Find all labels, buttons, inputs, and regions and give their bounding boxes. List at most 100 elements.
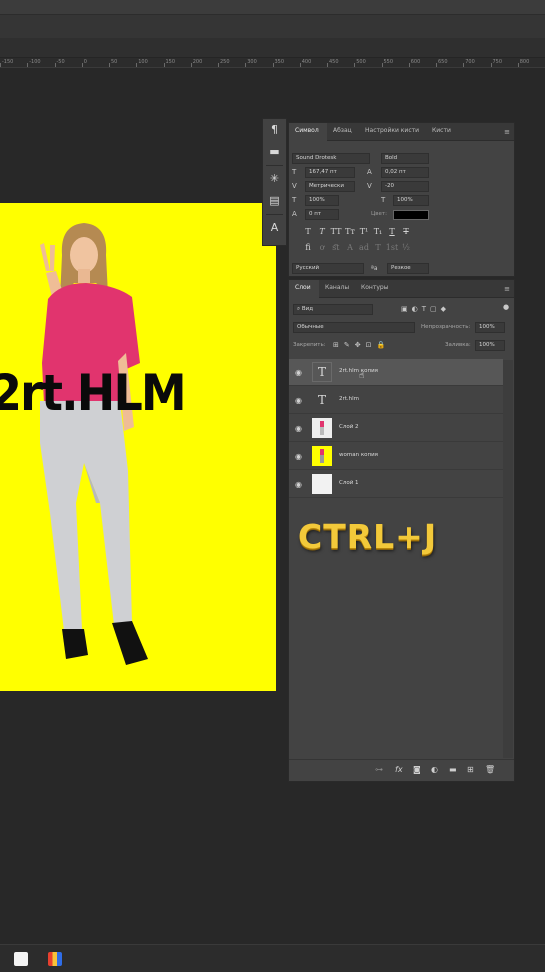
layer-row[interactable]: ◉ Слой 2 <box>289 415 503 442</box>
ruler-tick-label: 300 <box>247 59 257 65</box>
winrar-icon[interactable] <box>48 952 62 966</box>
history-icon[interactable]: ¶ <box>263 119 286 141</box>
link-layers-icon[interactable]: ⊶ <box>375 765 383 774</box>
opentype-button-4[interactable]: A <box>343 243 357 252</box>
opentype-button-7[interactable]: 1st <box>385 243 399 252</box>
font-size-field[interactable]: 167,47 пт <box>305 167 355 178</box>
layer-name: woman копия <box>339 452 378 458</box>
tab-character[interactable]: Символ <box>295 127 319 134</box>
ligatures-button[interactable]: ﬁ <box>301 243 315 252</box>
document-tab-bar <box>0 38 545 58</box>
woman-photo <box>40 223 148 665</box>
all-caps-button[interactable]: TT <box>329 227 343 236</box>
faux-italic-button[interactable]: T <box>315 227 329 236</box>
superscript-button[interactable]: T¹ <box>357 227 371 236</box>
new-group-icon[interactable]: ▬ <box>449 765 457 774</box>
ruler-tick-label: 400 <box>301 59 312 65</box>
ruler-tick-mark <box>517 63 519 67</box>
font-style-select[interactable]: Bold <box>381 153 429 164</box>
ruler-tick-label: 650 <box>438 59 448 65</box>
ruler-tick-mark <box>163 63 165 67</box>
adjustments-icon[interactable]: ✳ <box>263 168 286 190</box>
opentype-button-6[interactable]: T <box>371 243 385 252</box>
character-panel-icon[interactable]: A <box>263 217 286 239</box>
text-color-swatch[interactable] <box>393 210 429 220</box>
capcut-icon[interactable] <box>14 952 28 966</box>
faux-bold-button[interactable]: T <box>301 227 315 236</box>
ruler-tick-label: 0 <box>83 59 87 65</box>
trash-icon[interactable]: 🗑 <box>485 765 495 774</box>
tab-layers[interactable]: Слои <box>295 284 311 291</box>
layers-scrollbar[interactable] <box>503 360 513 758</box>
add-mask-icon[interactable]: ◙ <box>413 765 421 774</box>
baseline-shift-field[interactable]: 0 пт <box>305 209 339 220</box>
layer-row[interactable]: ◉ T 2rt.hlm копия ☝ <box>289 359 503 386</box>
ruler-tick-label: -100 <box>29 59 41 65</box>
font-size-icon: T <box>292 168 297 176</box>
visibility-eye-icon[interactable]: ◉ <box>295 480 302 489</box>
tracking-icon: V <box>367 182 372 190</box>
ruler-tick-label: 750 <box>492 59 503 65</box>
layer-row[interactable]: ◉ T 2rt.hlm <box>289 387 503 414</box>
visibility-eye-icon[interactable]: ◉ <box>295 368 302 377</box>
visibility-eye-icon[interactable]: ◉ <box>295 396 302 405</box>
lock-icons[interactable]: ⊞✎✥⊡🔒 <box>333 340 390 351</box>
underline-button[interactable]: T <box>385 227 399 236</box>
ruler-tick-mark <box>0 63 1 67</box>
ruler-tick-mark <box>27 63 29 67</box>
ruler-tick-label: 450 <box>329 59 339 65</box>
fx-icon[interactable]: fx <box>395 765 403 774</box>
ruler-tick-label: 50 <box>111 59 118 65</box>
opentype-button-2[interactable]: ơ <box>315 243 329 252</box>
baseline-shift-icon: A <box>292 210 297 218</box>
new-layer-icon[interactable]: ⊞ <box>467 765 474 774</box>
adjustment-layer-icon[interactable]: ◐ <box>431 765 438 774</box>
tracking-field[interactable]: -20 <box>381 181 429 192</box>
shortcut-overlay-text: CTRL+J <box>298 517 438 556</box>
layers-bottom-toolbar: ⊶ fx ◙ ◐ ▬ ⊞ 🗑 <box>289 759 514 781</box>
tab-brush-settings[interactable]: Настройки кисти <box>365 127 419 134</box>
strikethrough-button[interactable]: T <box>399 227 413 236</box>
opacity-field[interactable]: 100% <box>475 322 505 333</box>
ruler-tick-mark <box>190 63 192 67</box>
panel-menu-icon[interactable]: ≡ <box>504 285 510 293</box>
subscript-button[interactable]: T₁ <box>371 227 385 236</box>
lock-label: Закрепить: <box>293 342 326 348</box>
panel-menu-icon[interactable]: ≡ <box>504 128 510 136</box>
opentype-button-3[interactable]: ﬆ <box>329 243 343 252</box>
ruler-tick-label: 550 <box>383 59 394 65</box>
vertical-scale-field[interactable]: 100% <box>305 195 339 206</box>
layer-thumbnail <box>312 418 332 438</box>
layer-filter-label: Вид <box>301 306 313 312</box>
fill-field[interactable]: 100% <box>475 340 505 351</box>
visibility-eye-icon[interactable]: ◉ <box>295 424 302 433</box>
blend-mode-select[interactable]: Обычные <box>293 322 415 333</box>
opentype-button-5[interactable]: ad <box>357 243 371 252</box>
menu-bar <box>0 0 545 14</box>
leading-field[interactable]: 0,02 пт <box>381 167 429 178</box>
opentype-button-8[interactable]: ½ <box>399 243 413 252</box>
layer-filter-select[interactable]: ⌕ Вид <box>293 304 373 315</box>
horizontal-scale-field[interactable]: 100% <box>393 195 429 206</box>
layer-row[interactable]: ◉ Слой 1 <box>289 471 503 498</box>
kerning-field[interactable]: Метрически <box>305 181 355 192</box>
layers-stack-icon[interactable]: ▤ <box>263 190 286 212</box>
tab-brushes[interactable]: Кисти <box>432 127 451 134</box>
opentype-buttons: ﬁ ơ ﬆ Aad T 1st ½ <box>301 243 413 252</box>
tab-paragraph[interactable]: Абзац <box>333 127 352 134</box>
visibility-eye-icon[interactable]: ◉ <box>295 452 302 461</box>
text-style-buttons: T T TT Tт T¹ T₁ T T <box>301 227 413 236</box>
tab-channels[interactable]: Каналы <box>325 284 349 291</box>
filter-toggle-icon[interactable]: ● <box>503 302 509 313</box>
document-canvas[interactable]: 2rt.HLM <box>0 203 276 691</box>
small-caps-button[interactable]: Tт <box>343 227 357 236</box>
layer-filter-icons[interactable]: ▣◐T▢◆ <box>401 304 450 315</box>
comments-icon[interactable]: ▬ <box>263 141 286 163</box>
vertical-scale-icon: T <box>292 196 297 204</box>
language-select[interactable]: Русский <box>292 263 364 274</box>
layer-row[interactable]: ◉ woman копия <box>289 443 503 470</box>
tab-paths[interactable]: Контуры <box>361 284 388 291</box>
antialias-select[interactable]: Резкое <box>387 263 429 274</box>
font-family-select[interactable]: Sound Drotesk <box>292 153 370 164</box>
ruler-tick-mark <box>463 63 465 67</box>
